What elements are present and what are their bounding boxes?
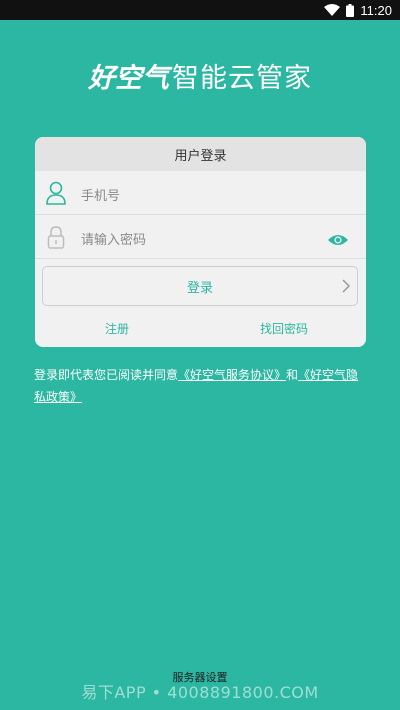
eye-icon[interactable] bbox=[327, 233, 349, 247]
agreement-prefix: 登录即代表您已阅读并同意 bbox=[34, 368, 179, 382]
phone-input[interactable]: 手机号 bbox=[81, 185, 120, 204]
watermark: 易下APP • 4008891800.COM bbox=[81, 683, 319, 702]
status-icons: 11:20 bbox=[324, 1, 392, 19]
register-link[interactable]: 注册 bbox=[105, 320, 129, 337]
agreement-text: 登录即代表您已阅读并同意《好空气服务协议》和《好空气隐私政策》 bbox=[34, 364, 370, 408]
login-card: 用户登录 手机号 请输入密码 登录 注册 找回密码 bbox=[35, 137, 366, 347]
phone-field[interactable]: 手机号 bbox=[35, 171, 366, 215]
chevron-right-icon bbox=[342, 279, 351, 293]
status-bar: 11:20 bbox=[0, 0, 400, 20]
login-card-title: 用户登录 bbox=[35, 137, 366, 171]
find-password-link[interactable]: 找回密码 bbox=[260, 320, 308, 337]
password-input[interactable]: 请输入密码 bbox=[81, 229, 146, 248]
lock-icon bbox=[47, 226, 65, 249]
service-agreement-link[interactable]: 《好空气服务协议》 bbox=[178, 368, 286, 382]
wifi-icon bbox=[324, 4, 341, 16]
status-time: 11:20 bbox=[360, 2, 392, 18]
app-title: 智能云管家 bbox=[172, 63, 312, 94]
login-button[interactable]: 登录 bbox=[42, 266, 358, 306]
agreement-and: 和 bbox=[286, 368, 299, 382]
user-icon bbox=[46, 181, 66, 205]
brand-name: 好空气 bbox=[88, 63, 169, 94]
password-field[interactable]: 请输入密码 bbox=[35, 215, 366, 259]
battery-icon bbox=[346, 3, 355, 17]
app-logo: 好空气 智能云管家 bbox=[0, 56, 400, 95]
login-button-label: 登录 bbox=[186, 280, 213, 296]
